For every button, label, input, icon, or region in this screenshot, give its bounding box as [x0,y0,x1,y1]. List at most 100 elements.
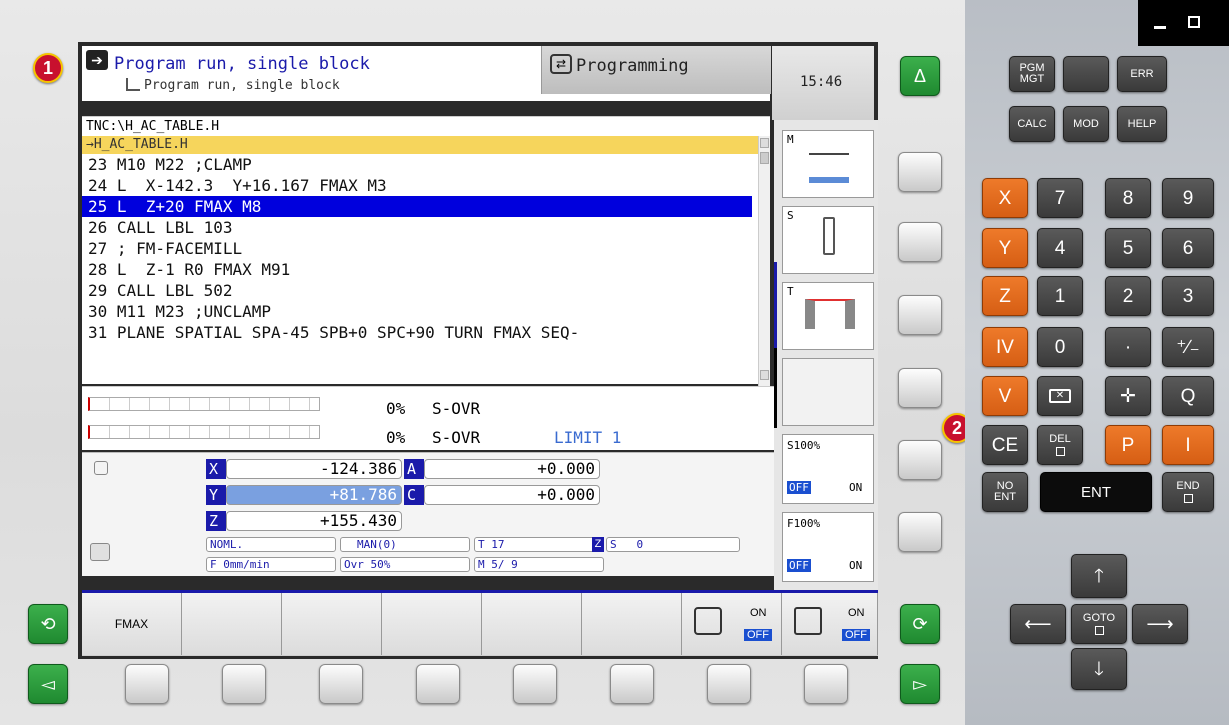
softkey-6[interactable] [582,593,682,655]
vertical-softkey-2[interactable] [898,222,942,262]
tab-programming[interactable]: ⇄ Programming [541,46,771,94]
callout-badge-1: 1 [33,53,63,83]
err-key[interactable]: ERR [1117,56,1167,92]
program-line[interactable]: 24 L X-142.3 Y+16.167 FMAX M3 [82,175,758,196]
q-key[interactable]: Q [1162,376,1214,416]
digit-key-9[interactable]: 9 [1162,178,1214,218]
digit-key-6[interactable]: 6 [1162,228,1214,268]
softkey-2[interactable] [182,593,282,655]
minimize-icon[interactable] [1154,26,1166,29]
arrow-up-key[interactable]: 🡑 [1071,554,1127,598]
end-key[interactable]: END [1162,472,1214,512]
axis-y-value: +81.786 [226,485,402,505]
vertical-softkey-3[interactable] [898,295,942,335]
softkey-row: FMAX ON OFF ON OFF [82,590,878,656]
axis-key-x[interactable]: X [982,178,1028,218]
softkey-3[interactable] [282,593,382,655]
softkey-next-button[interactable]: ▻ [900,664,940,704]
softkey-5[interactable] [482,593,582,655]
override-label: S-OVR [432,399,481,418]
screen-switch-up-button[interactable]: Δ [900,56,940,96]
backspace-key[interactable]: ✕ [1037,376,1083,416]
del-key[interactable]: DEL [1037,425,1083,465]
digit-key-3[interactable]: 3 [1162,276,1214,316]
digit-key-4[interactable]: 4 [1037,228,1083,268]
program-line[interactable]: 27 ; FM-FACEMILL [82,238,758,259]
no-ent-key[interactable]: NO ENT [982,472,1028,512]
vertical-softkey-4[interactable] [898,368,942,408]
bottom-softkey-4[interactable] [416,664,460,704]
vsoftkey-f100[interactable]: F100% OFF ON [782,512,874,582]
bottom-softkey-3[interactable] [319,664,363,704]
scroll-thumb[interactable] [760,152,769,164]
axis-key-z[interactable]: Z [982,276,1028,316]
bottom-softkey-1[interactable] [125,664,169,704]
bottom-softkey-2[interactable] [222,664,266,704]
scroll-down-arrow-icon[interactable] [760,370,769,380]
axis-z-value: +155.430 [226,511,402,531]
axis-key-y[interactable]: Y [982,228,1028,268]
i-key[interactable]: I [1162,425,1214,465]
active-indicator [774,262,777,348]
blank-key[interactable] [1063,56,1109,92]
program-line[interactable]: 23 M10 M22 ;CLAMP [82,154,758,175]
restore-icon[interactable] [1188,16,1200,28]
vsoftkey-blank[interactable] [782,358,874,426]
end-box-icon [1183,494,1193,503]
ent-key[interactable]: ENT [1040,472,1152,512]
digit-key-1[interactable]: 1 [1037,276,1083,316]
axis-key-iv[interactable]: IV [982,327,1028,367]
vertical-softkey-1[interactable] [898,152,942,192]
scrollbar[interactable] [758,136,770,386]
scroll-up-arrow-icon[interactable] [760,138,769,148]
softkey-fmax[interactable]: FMAX [82,593,182,655]
file-path: TNC:\H_AC_TABLE.H [82,116,770,136]
program-line[interactable]: 26 CALL LBL 103 [82,217,758,238]
header-bar: ➔ Program run, single block Program run,… [82,46,771,101]
vertical-softkey-6[interactable] [898,512,942,552]
digit-key-8[interactable]: 8 [1105,178,1151,218]
sign-toggle-key[interactable]: ⁺∕₋ [1162,327,1214,367]
vsoftkey-t[interactable]: T [782,282,874,350]
reference-icon[interactable] [90,543,110,561]
digit-key-2[interactable]: 2 [1105,276,1151,316]
pgm-mgt-key[interactable]: PGM MGT [1009,56,1055,92]
digit-key-7[interactable]: 7 [1037,178,1083,218]
softkey-page-left-button[interactable]: ⟲ [28,604,68,644]
arrow-down-key[interactable]: 🡓 [1071,648,1127,690]
mod-key[interactable]: MOD [1063,106,1109,142]
program-line[interactable]: 28 L Z-1 R0 FMAX M91 [82,259,758,280]
bottom-softkey-7[interactable] [707,664,751,704]
arrow-right-key[interactable]: ⟶ [1132,604,1188,644]
vsoftkey-m[interactable]: M [782,130,874,198]
digit-key-0[interactable]: 0 [1037,327,1083,367]
bottom-softkey-8[interactable] [804,664,848,704]
bottom-softkey-6[interactable] [610,664,654,704]
softkey-page-right-button[interactable]: ⟳ [900,604,940,644]
arrow-left-key[interactable]: ⟵ [1010,604,1066,644]
axis-key-v[interactable]: V [982,376,1028,416]
p-key[interactable]: P [1105,425,1151,465]
vertical-softkey-5[interactable] [898,440,942,480]
softkey-prev-button[interactable]: ◅ [28,664,68,704]
goto-key[interactable]: GOTO [1071,604,1127,644]
display-mode-icon[interactable] [94,461,108,475]
vsoftkey-s[interactable]: S [782,206,874,274]
softkey-block-skip[interactable]: ON OFF [682,593,782,655]
actual-position-key[interactable]: ✛ [1105,376,1151,416]
softkey-4[interactable] [382,593,482,655]
axis-z-tag: Z [206,511,226,531]
ce-key[interactable]: CE [982,425,1028,465]
help-key[interactable]: HELP [1117,106,1167,142]
program-line[interactable]: 29 CALL LBL 502 [82,280,758,301]
program-line[interactable]: 31 PLANE SPATIAL SPA-45 SPB+0 SPC+90 TUR… [82,322,758,343]
bottom-softkey-5[interactable] [513,664,557,704]
softkey-optional-stop[interactable]: ON OFF [782,593,878,655]
program-line[interactable]: 30 M11 M23 ;UNCLAMP [82,301,758,322]
digit-key-5[interactable]: 5 [1105,228,1151,268]
program-listing[interactable]: 23 M10 M22 ;CLAMP 24 L X-142.3 Y+16.167 … [82,154,758,384]
decimal-point-key[interactable]: · [1105,327,1151,367]
program-line-selected[interactable]: 25 L Z+20 FMAX M8 [82,196,752,217]
vsoftkey-s100[interactable]: S100% OFF ON [782,434,874,504]
calc-key[interactable]: CALC [1009,106,1055,142]
